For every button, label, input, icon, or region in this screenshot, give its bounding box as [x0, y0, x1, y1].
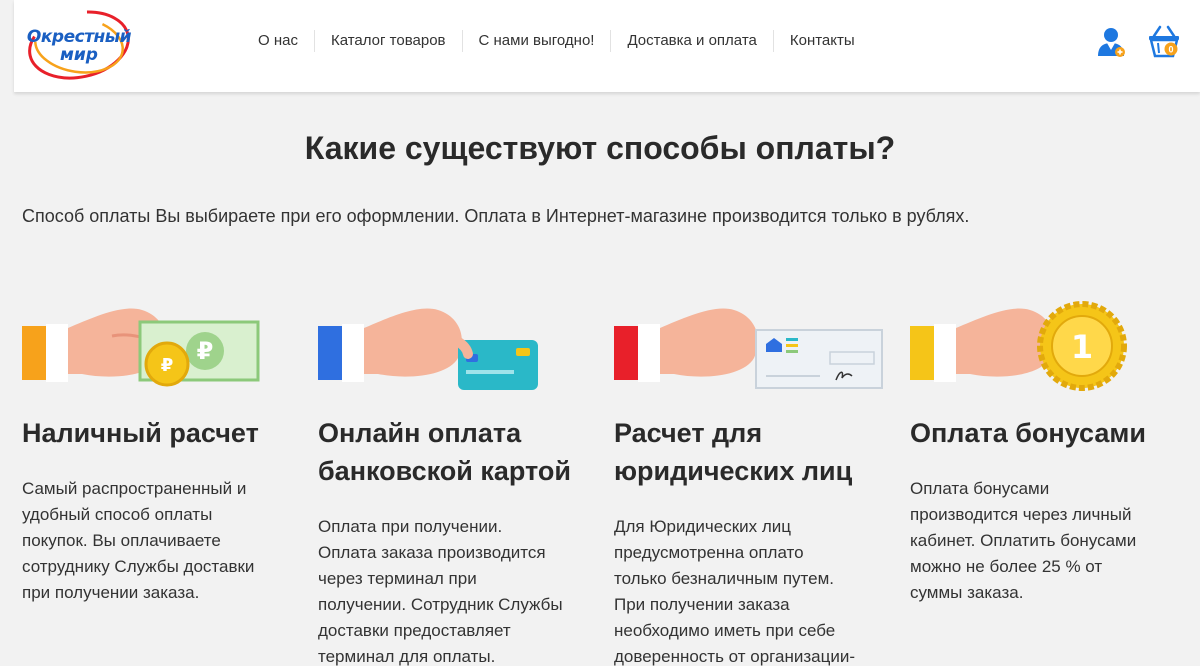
- nav-about[interactable]: О нас: [242, 30, 314, 52]
- nav-contacts[interactable]: Контакты: [772, 30, 871, 52]
- method-description: Оплата бонусами производится через личны…: [910, 479, 1137, 602]
- logo-line-2: мир: [60, 45, 98, 65]
- logo-line-1: Окрестный: [26, 27, 132, 47]
- method-title: Онлайн оплата банковской картой: [318, 418, 571, 486]
- nav-benefits[interactable]: С нами выгодно!: [461, 30, 611, 52]
- cart-count: 0: [1168, 45, 1173, 55]
- method-description: Для Юридических лиц предусмотренна оплат…: [614, 517, 855, 666]
- site-logo[interactable]: Окрестный мир: [19, 8, 139, 82]
- card-hand-icon: [318, 308, 538, 390]
- nav-delivery-payment[interactable]: Доставка и оплата: [610, 30, 772, 52]
- cheque-hand-icon: [614, 308, 883, 389]
- page-title: Какие существуют способы оплаты?: [304, 130, 896, 166]
- method-description: Самый распространенный и удобный способ …: [22, 479, 255, 602]
- method-description: Оплата при получении. Оплата заказа прои…: [318, 517, 563, 666]
- method-title: Расчет для юридических лиц: [614, 418, 853, 486]
- cart-icon[interactable]: 0: [1146, 24, 1182, 58]
- method-title: Оплата бонусами: [910, 418, 1146, 448]
- user-account-icon[interactable]: [1096, 26, 1126, 58]
- coin-label: 1: [1071, 328, 1093, 366]
- svg-text:₽: ₽: [161, 355, 174, 376]
- cash-hand-icon: ₽ ₽: [22, 308, 260, 387]
- svg-text:₽: ₽: [197, 337, 214, 365]
- method-title: Наличный расчет: [22, 418, 259, 448]
- main-nav: О нас Каталог товаров С нами выгодно! До…: [242, 30, 871, 52]
- site-header: Окрестный мир О нас Каталог товаров С на…: [14, 0, 1200, 92]
- bonus-medal-hand-icon: 1: [910, 301, 1127, 391]
- nav-catalog[interactable]: Каталог товаров: [313, 30, 462, 52]
- intro-text: Способ оплаты Вы выбираете при его оформ…: [22, 206, 970, 226]
